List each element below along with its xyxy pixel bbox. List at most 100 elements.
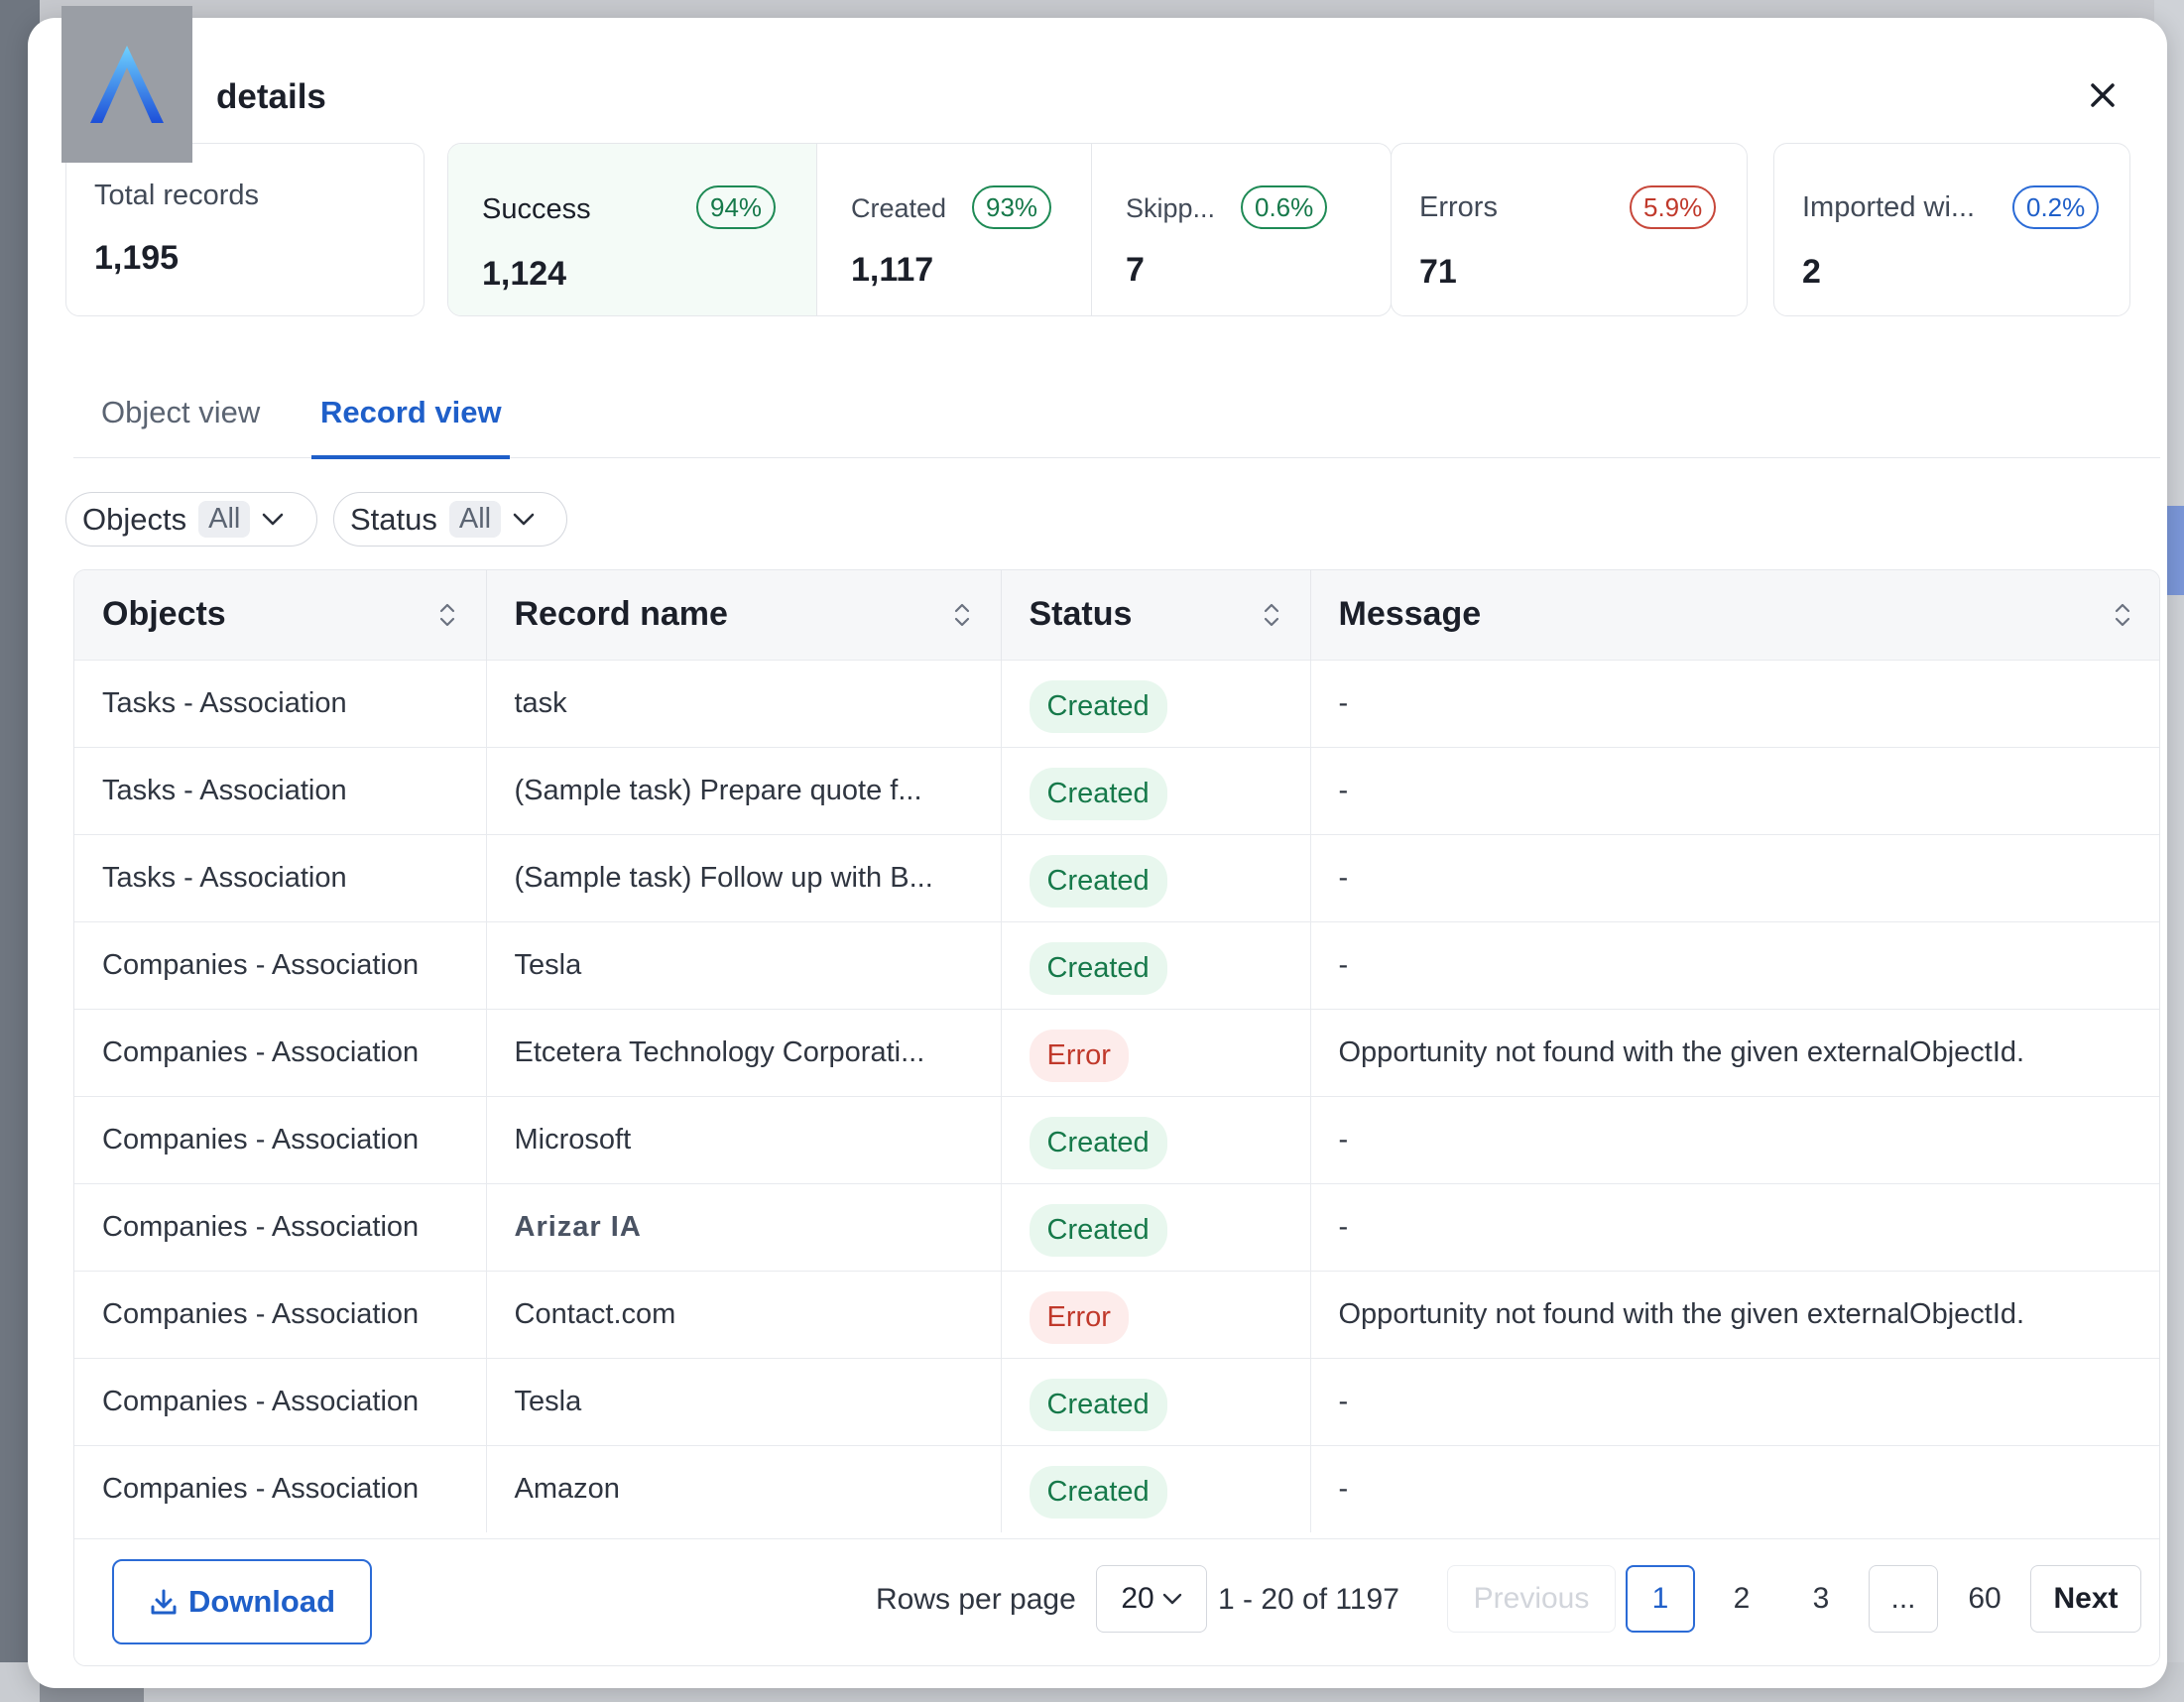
table-row[interactable]: Companies - Association Arizar IA Created - bbox=[74, 1182, 2159, 1271]
cell-object: Tasks - Association bbox=[74, 659, 487, 747]
column-header-record-name[interactable]: Record name bbox=[486, 570, 1002, 660]
cell-message: - bbox=[1310, 1357, 2159, 1445]
rows-per-page-label: Rows per page bbox=[876, 1583, 1076, 1616]
sort-icon bbox=[1264, 603, 1278, 627]
status-badge: Created bbox=[1029, 767, 1167, 820]
stat-label: Total records bbox=[94, 180, 260, 211]
cell-object: Companies - Association bbox=[74, 1270, 487, 1358]
cell-message: Opportunity not found with the given ext… bbox=[1310, 1270, 2159, 1358]
stat-value: 71 bbox=[1419, 253, 1457, 291]
table-row[interactable]: Tasks - Association (Sample task) Follow … bbox=[74, 833, 2159, 921]
cell-message: - bbox=[1310, 833, 2159, 921]
active-tab-indicator bbox=[311, 455, 510, 459]
chevron-down-icon bbox=[263, 513, 284, 525]
logo-icon bbox=[90, 46, 164, 123]
page-button-1[interactable]: 1 bbox=[1626, 1565, 1695, 1633]
column-header-label: Objects bbox=[102, 595, 226, 634]
stat-success: Success 94% 1,124 bbox=[448, 144, 816, 315]
stat-value: 7 bbox=[1126, 251, 1145, 289]
rows-per-page-select[interactable]: 20 bbox=[1096, 1565, 1207, 1633]
cell-record-name: Amazon bbox=[486, 1444, 1002, 1532]
cell-object: Companies - Association bbox=[74, 1182, 487, 1271]
chevron-down-icon bbox=[513, 513, 535, 525]
table-row[interactable]: Companies - Association Contact.com Error O… bbox=[74, 1270, 2159, 1358]
filter-objects[interactable]: Objects All bbox=[65, 492, 317, 547]
table-row[interactable]: Companies - Association Tesla Created - bbox=[74, 920, 2159, 1009]
stat-pct-badge: 93% bbox=[972, 185, 1052, 229]
stat-skipped: Skipp... 0.6% 7 bbox=[1091, 144, 1391, 315]
cell-object: Companies - Association bbox=[74, 1008, 487, 1096]
download-icon bbox=[151, 1589, 177, 1615]
previous-page-button[interactable]: Previous bbox=[1447, 1565, 1616, 1633]
close-icon bbox=[2091, 83, 2115, 107]
pagination-range: 1 - 20 of 1197 bbox=[1218, 1583, 1399, 1616]
cell-record-name: (Sample task) Prepare quote f... bbox=[486, 746, 1002, 834]
table-row[interactable]: Tasks - Association task Created - bbox=[74, 659, 2159, 747]
next-page-button[interactable]: Next bbox=[2030, 1565, 2141, 1633]
stat-value: 1,124 bbox=[482, 255, 567, 293]
table-row[interactable]: Companies - Association Tesla Created - bbox=[74, 1357, 2159, 1445]
stat-pct-badge: 0.2% bbox=[2012, 185, 2100, 229]
chevron-down-icon bbox=[1162, 1593, 1181, 1605]
cell-object: Tasks - Association bbox=[74, 746, 487, 834]
status-badge: Created bbox=[1029, 679, 1167, 733]
page-button-2[interactable]: 2 bbox=[1707, 1565, 1776, 1633]
stat-value: 1,117 bbox=[851, 251, 934, 289]
cell-message: - bbox=[1310, 1182, 2159, 1271]
cell-record-name: Arizar IA bbox=[486, 1182, 1002, 1271]
cell-message: Opportunity not found with the given ext… bbox=[1310, 1008, 2159, 1096]
cell-object: Companies - Association bbox=[74, 920, 487, 1009]
cell-record-name: Contact.com bbox=[486, 1270, 1002, 1358]
stat-imported: Imported wi... 0.2% 2 bbox=[1773, 143, 2130, 316]
stat-pct-badge: 5.9% bbox=[1630, 185, 1717, 229]
cell-status: Created bbox=[1001, 833, 1311, 921]
cell-object: Tasks - Association bbox=[74, 833, 487, 921]
import-details-modal: details Total records 1,195 Success 94% … bbox=[28, 18, 2167, 1688]
download-button[interactable]: Download bbox=[112, 1559, 372, 1644]
column-header-message[interactable]: Message bbox=[1310, 570, 2159, 660]
stat-label: Created bbox=[851, 193, 947, 223]
table-row[interactable]: Tasks - Association (Sample task) Prepare… bbox=[74, 746, 2159, 834]
status-badge: Error bbox=[1029, 1290, 1129, 1344]
table-row[interactable]: Companies - Association Amazon Created - bbox=[74, 1444, 2159, 1532]
view-tabs: Object view Record view bbox=[73, 369, 2160, 459]
filter-status[interactable]: Status All bbox=[333, 492, 567, 547]
stat-value: 2 bbox=[1802, 253, 1821, 291]
column-header-label: Status bbox=[1029, 595, 1133, 634]
cell-status: Created bbox=[1001, 920, 1311, 1009]
status-badge: Created bbox=[1029, 1203, 1167, 1257]
stat-created: Created 93% 1,117 bbox=[816, 144, 1091, 315]
column-header-status[interactable]: Status bbox=[1001, 570, 1311, 660]
page-button-3[interactable]: 3 bbox=[1786, 1565, 1856, 1633]
cell-status: Error bbox=[1001, 1270, 1311, 1358]
tab-object-view[interactable]: Object view bbox=[101, 395, 260, 430]
filter-value: All bbox=[198, 501, 251, 538]
close-button[interactable] bbox=[2083, 75, 2123, 115]
tab-record-view[interactable]: Record view bbox=[320, 395, 502, 430]
stat-success-group: Success 94% 1,124 Created 93% 1,117 Skip… bbox=[447, 143, 1392, 316]
cell-message: - bbox=[1310, 920, 2159, 1009]
cell-status: Created bbox=[1001, 659, 1311, 747]
status-badge: Error bbox=[1029, 1029, 1129, 1082]
stat-value: 1,195 bbox=[94, 239, 180, 277]
cell-status: Created bbox=[1001, 1444, 1311, 1532]
table-footer: Download Rows per page 20 1 - 20 of 1197… bbox=[74, 1538, 2159, 1665]
page-ellipsis-button[interactable]: ... bbox=[1869, 1565, 1938, 1633]
column-header-label: Message bbox=[1338, 595, 1482, 634]
cell-message: - bbox=[1310, 746, 2159, 834]
column-header-objects[interactable]: Objects bbox=[74, 570, 487, 660]
table-row[interactable]: Companies - Association Microsoft Created - bbox=[74, 1095, 2159, 1183]
stat-label: Skipp... bbox=[1126, 193, 1216, 223]
download-label: Download bbox=[187, 1584, 336, 1619]
cell-status: Error bbox=[1001, 1008, 1311, 1096]
page-button-60[interactable]: 60 bbox=[1945, 1565, 2024, 1633]
table-row[interactable]: Companies - Association Etcetera Technolo… bbox=[74, 1008, 2159, 1096]
status-badge: Created bbox=[1029, 941, 1167, 995]
filter-value: All bbox=[448, 501, 502, 538]
status-badge: Created bbox=[1029, 1465, 1167, 1519]
filter-label: Objects bbox=[82, 501, 187, 537]
status-badge: Created bbox=[1029, 1116, 1167, 1169]
app-logo bbox=[61, 6, 192, 163]
cell-message: - bbox=[1310, 1444, 2159, 1532]
stat-errors: Errors 5.9% 71 bbox=[1391, 143, 1748, 316]
